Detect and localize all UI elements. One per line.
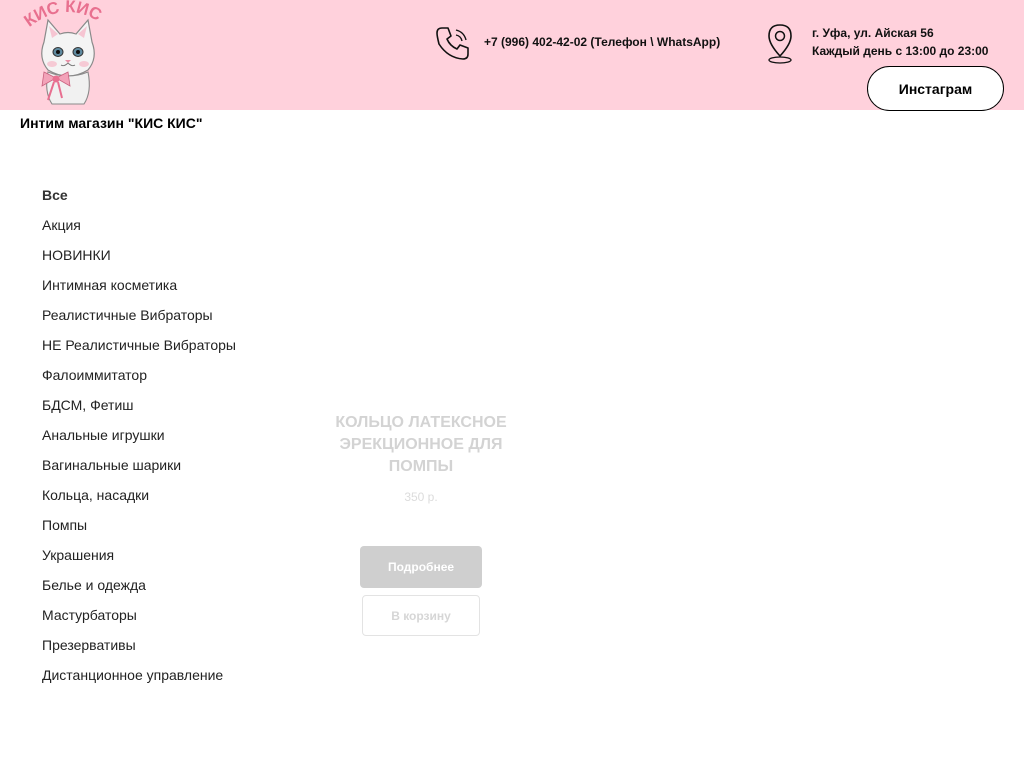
category-item[interactable]: Помпы — [42, 515, 236, 545]
category-item[interactable]: НЕ Реалистичные Вибраторы — [42, 335, 236, 365]
details-button[interactable]: Подробнее — [360, 546, 482, 588]
category-item[interactable]: Акция — [42, 215, 236, 245]
category-item[interactable]: Украшения — [42, 545, 236, 575]
category-item-all[interactable]: Все — [42, 185, 236, 215]
category-item[interactable]: БДСМ, Фетиш — [42, 395, 236, 425]
category-item[interactable]: Презервативы — [42, 635, 236, 665]
category-item[interactable]: НОВИНКИ — [42, 245, 236, 275]
category-item[interactable]: Анальные игрушки — [42, 425, 236, 455]
category-item[interactable]: Реалистичные Вибраторы — [42, 305, 236, 335]
product-title[interactable]: Кольцо латексное эрекционное для помпы — [320, 412, 522, 478]
instagram-button[interactable]: Инстаграм — [867, 66, 1004, 111]
logo-text: КИС КИС — [20, 0, 104, 31]
location-pin-icon — [764, 22, 796, 64]
category-item[interactable]: Мастурбаторы — [42, 605, 236, 635]
working-hours: Каждый день с 13:00 до 23:00 — [812, 44, 989, 58]
phone-number[interactable]: +7 (996) 402-42-02 (Телефон \ WhatsApp) — [484, 35, 720, 49]
phone-icon — [434, 24, 472, 62]
product-price: 350 р. — [404, 490, 438, 504]
category-item[interactable]: Белье и одежда — [42, 575, 236, 605]
page: КИС КИС +7 (996) 402-42-02 (Телефон \ Wh… — [0, 0, 1024, 768]
product-card: Кольцо латексное эрекционное для помпы 3… — [320, 412, 522, 652]
category-item[interactable]: Фалоиммитатор — [42, 365, 236, 395]
add-to-cart-button[interactable]: В корзину — [362, 595, 480, 636]
store-title: Интим магазин "КИС КИС" — [20, 115, 203, 131]
category-item[interactable]: Интимная косметика — [42, 275, 236, 305]
category-item[interactable]: Вагинальные шарики — [42, 455, 236, 485]
cat-logo-image: КИС КИС — [20, 0, 105, 105]
category-list: Все Акция НОВИНКИ Интимная косметика Реа… — [42, 185, 236, 695]
category-item[interactable]: Кольца, насадки — [42, 485, 236, 515]
header: КИС КИС +7 (996) 402-42-02 (Телефон \ Wh… — [0, 0, 1024, 111]
svg-text:КИС КИС: КИС КИС — [20, 0, 104, 31]
address: г. Уфа, ул. Айская 56 — [812, 26, 934, 40]
category-item[interactable]: Дистанционное управление — [42, 665, 236, 695]
cat-logo[interactable]: КИС КИС — [18, 0, 118, 108]
